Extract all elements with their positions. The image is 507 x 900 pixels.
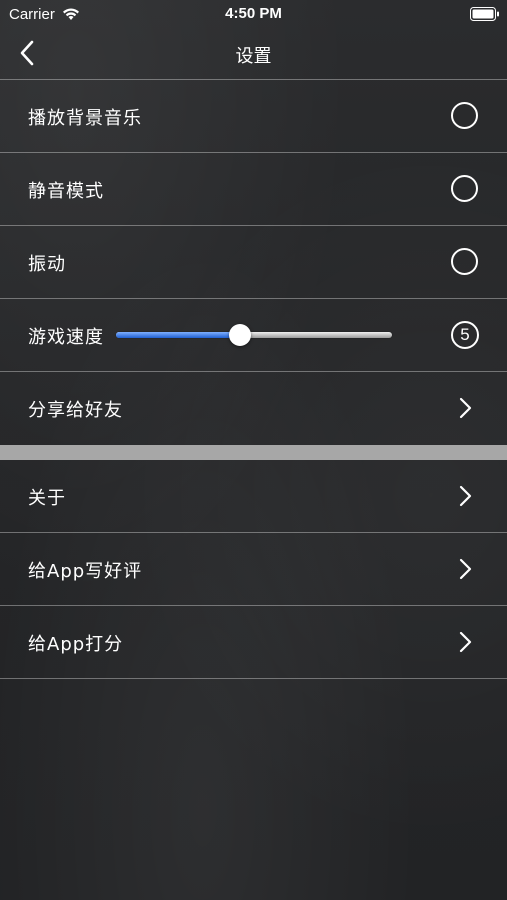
game-speed-value-badge: 5 xyxy=(451,321,479,349)
background-music-label: 播放背景音乐 xyxy=(28,108,142,129)
setting-row-game-speed: 游戏速度 5 xyxy=(0,298,507,371)
vibrate-label: 振动 xyxy=(28,254,66,275)
setting-row-background-music[interactable]: 播放背景音乐 xyxy=(0,79,507,152)
page-title: 设置 xyxy=(235,46,272,67)
write-review-label: 给App写好评 xyxy=(28,561,143,582)
mute-toggle[interactable] xyxy=(451,175,478,202)
game-speed-slider-fill xyxy=(116,332,241,338)
chevron-right-icon xyxy=(459,631,472,653)
setting-row-vibrate[interactable]: 振动 xyxy=(0,225,507,298)
chevron-right-icon xyxy=(459,558,472,580)
setting-row-write-review[interactable]: 给App写好评 xyxy=(0,532,507,605)
list-bottom-divider xyxy=(0,678,507,679)
game-speed-label: 游戏速度 xyxy=(28,327,104,348)
battery-icon xyxy=(470,7,499,21)
status-bar: Carrier 4:50 PM xyxy=(0,0,507,28)
background-music-toggle[interactable] xyxy=(451,102,478,129)
setting-row-share[interactable]: 分享给好友 xyxy=(0,371,507,444)
rate-app-label: 给App打分 xyxy=(28,634,124,655)
setting-row-rate-app[interactable]: 给App打分 xyxy=(0,605,507,678)
vibrate-toggle[interactable] xyxy=(451,248,478,275)
setting-row-about[interactable]: 关于 xyxy=(0,460,507,533)
setting-row-mute[interactable]: 静音模式 xyxy=(0,152,507,225)
chevron-right-icon xyxy=(459,485,472,507)
share-label: 分享给好友 xyxy=(28,400,123,421)
mute-label: 静音模式 xyxy=(28,181,104,202)
section-divider xyxy=(0,445,507,460)
game-speed-slider-thumb[interactable] xyxy=(229,324,252,346)
game-speed-slider[interactable] xyxy=(116,324,392,346)
navigation-bar: 设置 xyxy=(0,28,507,78)
status-time: 4:50 PM xyxy=(225,5,282,22)
chevron-right-icon xyxy=(459,397,472,419)
about-label: 关于 xyxy=(28,488,66,509)
